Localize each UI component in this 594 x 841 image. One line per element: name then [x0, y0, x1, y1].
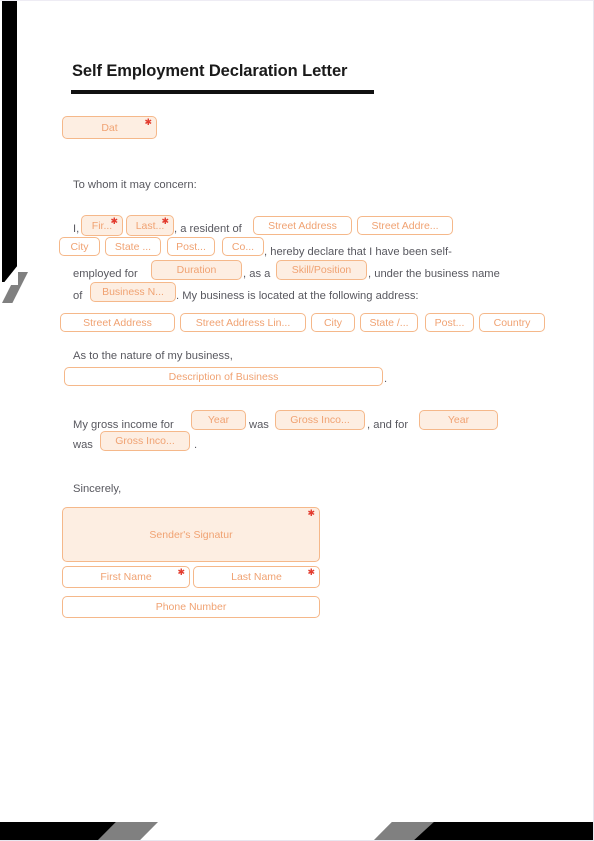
text-as-a: , as a — [243, 268, 271, 280]
field-business-street-address-2[interactable]: Street Address Lin... — [180, 313, 306, 332]
text-business-located: . My business is located at the followin… — [176, 290, 419, 302]
asterisk-icon: ✱ — [144, 117, 152, 127]
field-business-postal-code[interactable]: Post... — [425, 313, 474, 332]
text-gross-income-for: My gross income for — [73, 419, 174, 431]
field-residence-postal-code[interactable]: Post... — [167, 237, 215, 256]
field-residence-city[interactable]: City — [59, 237, 100, 256]
field-skill-position-label: Skill/Position — [291, 264, 352, 276]
text-i: I, — [73, 223, 80, 235]
field-first-name-inline-label: Fir... — [91, 219, 113, 232]
field-business-country-label: Country — [493, 316, 531, 329]
text-resident-of: , a resident of — [174, 223, 242, 235]
salutation-text: To whom it may concern: — [73, 179, 197, 191]
field-year-2-label: Year — [447, 414, 470, 426]
page-title: Self Employment Declaration Letter — [72, 62, 348, 80]
field-last-name-inline-label: Last... — [135, 219, 165, 232]
text-under-business-name: , under the business name — [368, 268, 500, 280]
field-gross-income-1[interactable]: Gross Inco... — [275, 410, 365, 430]
field-business-name-label: Business N... — [102, 286, 164, 298]
field-gross-income-2[interactable]: Gross Inco... — [100, 431, 190, 451]
field-year-1-label: Year — [207, 414, 230, 426]
field-first-name-inline[interactable]: Fir... ✱ — [81, 215, 123, 236]
field-residence-street-address[interactable]: Street Address — [253, 216, 352, 235]
text-paragraph2-period: . — [384, 373, 388, 385]
field-business-street-address-2-label: Street Address Lin... — [195, 316, 291, 329]
field-residence-state-label: State ... — [114, 240, 152, 253]
field-signer-first-name-label: First Name — [100, 571, 152, 583]
field-business-postal-code-label: Post... — [434, 316, 465, 329]
field-duration-label: Duration — [176, 264, 217, 276]
field-business-street-address[interactable]: Street Address — [60, 313, 175, 332]
text-employed-for: employed for — [73, 268, 138, 280]
field-date[interactable]: Dat ✱ — [62, 116, 157, 139]
text-and-for: , and for — [367, 419, 409, 431]
field-senders-signature-label: Sender's Signatur — [149, 528, 233, 541]
text-hereby-declare: , hereby declare that I have been self- — [264, 246, 452, 258]
field-signer-last-name[interactable]: Last Name ✱ — [193, 566, 320, 588]
field-residence-postal-code-label: Post... — [176, 240, 206, 253]
field-senders-signature[interactable]: Sender's Signatur ✱ — [62, 507, 320, 562]
field-last-name-inline[interactable]: Last... ✱ — [126, 215, 174, 236]
asterisk-icon: ✱ — [307, 508, 315, 518]
field-phone-number-label: Phone Number — [155, 601, 227, 613]
field-business-city[interactable]: City — [311, 313, 355, 332]
field-signer-first-name[interactable]: First Name ✱ — [62, 566, 190, 588]
field-year-1[interactable]: Year — [191, 410, 246, 430]
document-page: Self Employment Declaration Letter Dat ✱… — [0, 0, 594, 841]
text-nature-of-business: As to the nature of my business, — [73, 350, 233, 362]
title-underline-rule — [71, 90, 374, 94]
field-residence-country-label: Co... — [231, 240, 255, 253]
field-gross-income-1-label: Gross Inco... — [290, 414, 350, 426]
field-gross-income-2-label: Gross Inco... — [115, 435, 175, 447]
text-of: of — [73, 290, 83, 302]
field-business-street-address-label: Street Address — [83, 316, 152, 329]
text-paragraph3-period: . — [194, 439, 198, 451]
field-signer-last-name-label: Last Name — [231, 571, 282, 583]
field-business-country[interactable]: Country — [479, 313, 545, 332]
field-residence-street-address-2[interactable]: Street Addre... — [357, 216, 453, 235]
field-business-city-label: City — [323, 316, 343, 329]
asterisk-icon: ✱ — [110, 216, 118, 226]
field-business-state[interactable]: State /... — [360, 313, 418, 332]
field-year-2[interactable]: Year — [419, 410, 498, 430]
field-description-of-business-label: Description of Business — [168, 370, 279, 383]
field-duration[interactable]: Duration — [151, 260, 242, 280]
field-business-name[interactable]: Business N... — [90, 282, 176, 302]
field-residence-street-address-label: Street Address — [268, 219, 337, 232]
field-skill-position[interactable]: Skill/Position — [276, 260, 367, 280]
asterisk-icon: ✱ — [177, 567, 185, 577]
field-date-label: Dat — [101, 121, 118, 134]
closing-text: Sincerely, — [73, 483, 122, 495]
field-business-state-label: State /... — [369, 316, 409, 329]
field-description-of-business[interactable]: Description of Business — [64, 367, 383, 386]
field-phone-number[interactable]: Phone Number — [62, 596, 320, 618]
text-was-2: was — [73, 439, 93, 451]
document-body: Self Employment Declaration Letter Dat ✱… — [0, 1, 593, 840]
asterisk-icon: ✱ — [161, 216, 169, 226]
field-residence-city-label: City — [70, 240, 89, 253]
asterisk-icon: ✱ — [307, 567, 315, 577]
field-residence-street-address-2-label: Street Addre... — [371, 219, 439, 232]
text-was-1: was — [249, 419, 269, 431]
field-residence-country[interactable]: Co... — [222, 237, 264, 256]
field-residence-state[interactable]: State ... — [105, 237, 161, 256]
